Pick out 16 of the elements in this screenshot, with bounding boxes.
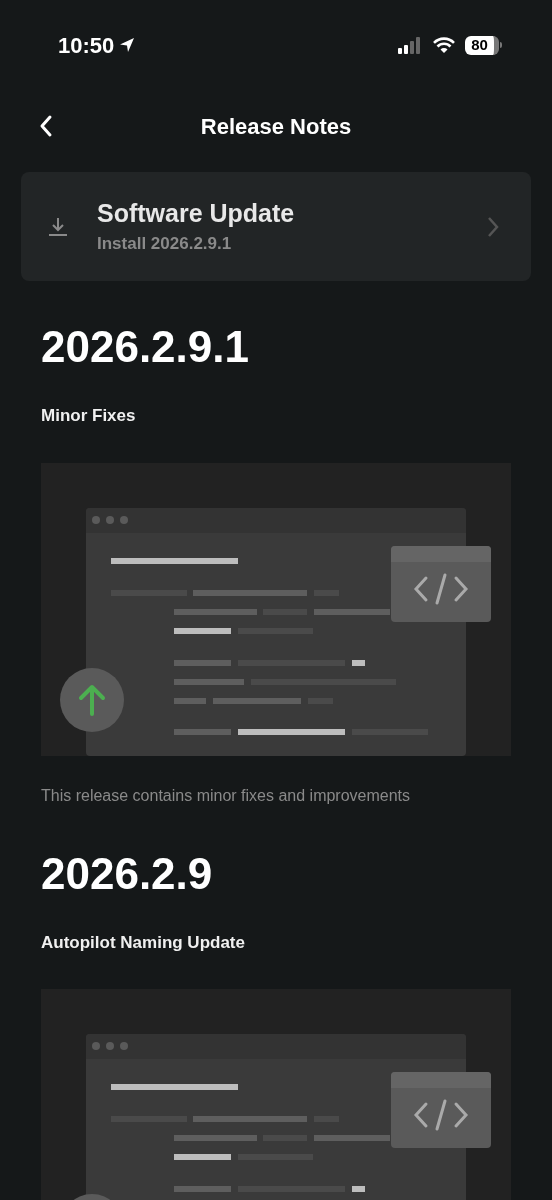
update-title: Software Update [97,197,296,229]
chevron-right-icon [487,215,499,238]
signal-icon [397,36,423,54]
page-title: Release Notes [200,112,352,141]
release-heading: Minor Fixes [41,405,137,427]
release-description: This release contains minor fixes and improvements [41,785,412,806]
release-heading: Autopilot Naming Update [41,931,246,954]
release-version: 2026.2.9.1 [41,321,250,373]
wifi-icon [432,36,456,54]
software-update-card[interactable]: Software Update Install 2026.2.9.1 [21,172,531,281]
location-arrow-icon [118,36,137,54]
status-time: 10:50 [58,31,115,60]
release-version: 2026.2.9 [41,847,214,900]
update-version: Install 2026.2.9.1 [97,232,233,255]
download-icon [47,215,69,238]
battery-level: 80 [465,35,499,55]
